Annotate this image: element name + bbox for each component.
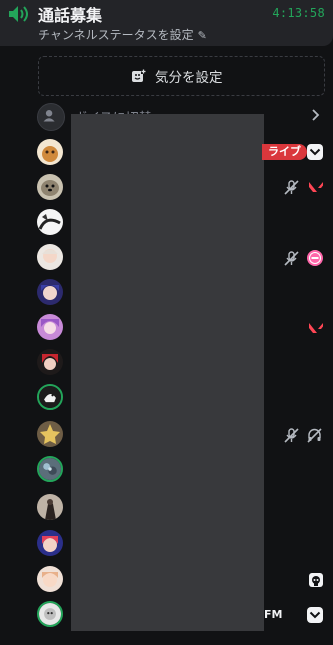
- member-avatar[interactable]: [37, 174, 63, 200]
- member-avatar[interactable]: [37, 421, 63, 447]
- fm-activity-label: FM: [264, 608, 283, 621]
- channel-title: 通話募集: [38, 6, 103, 25]
- channel-status-label: チャンネルステータスを設定: [38, 28, 194, 42]
- channel-header: 通話募集 4:13:58 チャンネルステータスを設定 ✎: [0, 0, 333, 46]
- member-avatar[interactable]: [37, 566, 63, 592]
- chevron-down-icon[interactable]: [307, 607, 323, 623]
- member-avatar[interactable]: [37, 314, 63, 340]
- set-mood-label: 気分を設定: [155, 70, 223, 86]
- valorant-icon: [309, 323, 323, 333]
- member-avatar[interactable]: [37, 494, 63, 520]
- mute-icon: [284, 251, 299, 266]
- skull-icon: [309, 573, 323, 587]
- member-avatar[interactable]: [37, 349, 63, 375]
- member-avatar-speaking[interactable]: [37, 384, 63, 410]
- chevron-right-icon: [312, 109, 320, 121]
- chevron-down-icon[interactable]: [307, 144, 323, 160]
- speaker-icon: [9, 6, 28, 22]
- pencil-icon: ✎: [197, 29, 207, 42]
- set-mood-button[interactable]: 気分を設定: [38, 56, 325, 96]
- redacted-member-names: [71, 114, 264, 631]
- mute-icon: [284, 428, 299, 443]
- channel-status-button[interactable]: チャンネルステータスを設定 ✎: [38, 26, 207, 43]
- member-avatar[interactable]: [37, 244, 63, 270]
- add-emoji-icon: [132, 68, 146, 82]
- deafen-icon: [307, 428, 322, 443]
- call-timer: 4:13:58: [272, 6, 325, 20]
- member-avatar-speaking[interactable]: [37, 601, 63, 627]
- osu-icon: [307, 250, 323, 266]
- voice-user-icon: [37, 103, 65, 131]
- member-avatar[interactable]: [37, 139, 63, 165]
- member-avatar[interactable]: [37, 209, 63, 235]
- mute-icon: [284, 180, 299, 195]
- member-avatar[interactable]: [37, 530, 63, 556]
- live-badge: ライブ: [262, 144, 307, 160]
- valorant-icon: [309, 182, 323, 192]
- member-avatar[interactable]: [37, 279, 63, 305]
- member-avatar-speaking[interactable]: [37, 456, 63, 482]
